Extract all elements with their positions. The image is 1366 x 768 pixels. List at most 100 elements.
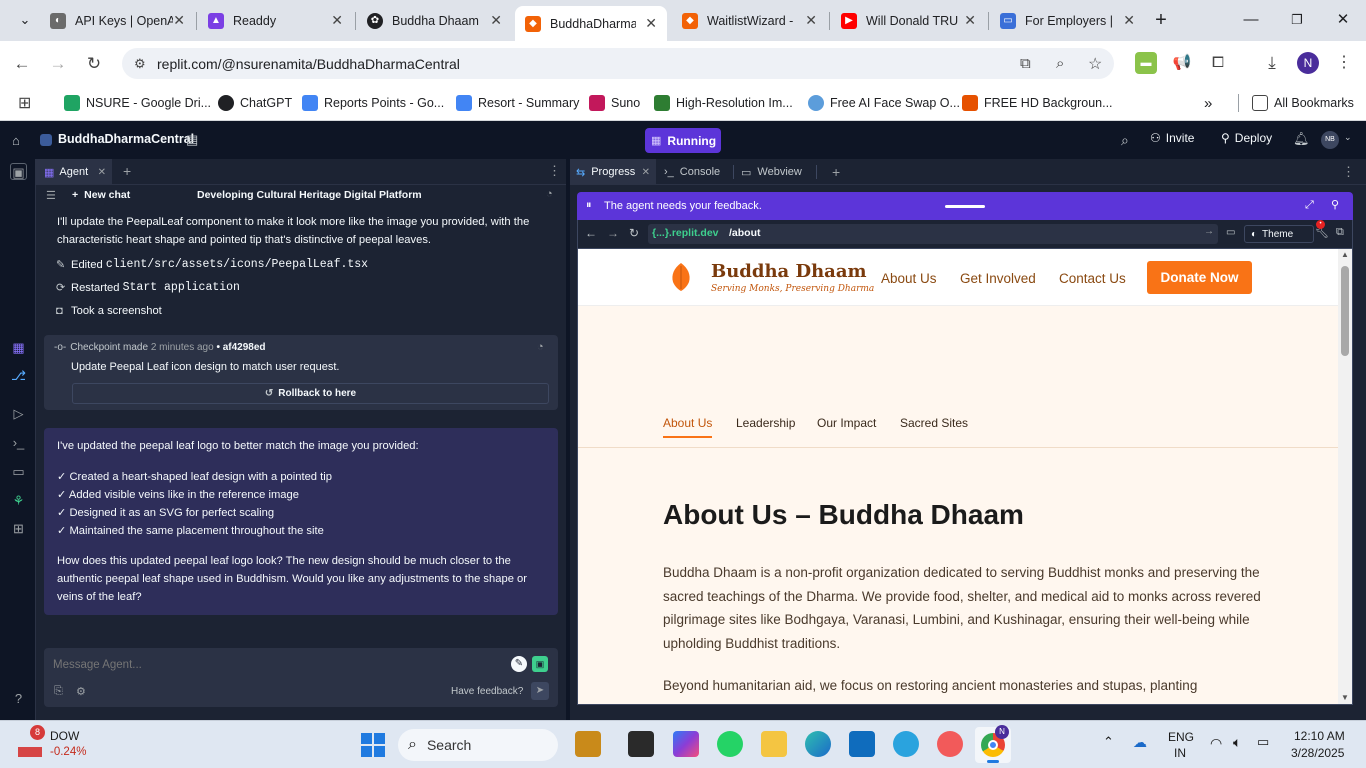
browser-tab-openai[interactable]: ◐ API Keys | OpenAI ✕ <box>40 6 195 35</box>
megaphone-extension-icon[interactable]: 📢 <box>1171 52 1193 74</box>
more-options-icon[interactable]: ⋮ <box>548 163 561 179</box>
browser-tab-replit-active[interactable]: ◆ BuddhaDharmaCentral ✕ <box>515 6 667 41</box>
edit-icon[interactable]: ✎ <box>511 656 527 672</box>
site-info-icon[interactable]: ⚙ <box>134 56 146 72</box>
open-new-tab-icon[interactable]: ⧉ <box>1336 226 1344 239</box>
install-app-icon[interactable]: ⧉ <box>1020 55 1031 72</box>
action-restarted-workflow[interactable]: ⟳ Restarted Start application <box>56 279 240 297</box>
zoom-icon[interactable]: ⌕ <box>1056 55 1064 72</box>
bookmark-suno[interactable]: Suno <box>589 92 640 114</box>
site-scrollbar[interactable]: ▲ ▼ <box>1338 249 1352 704</box>
agent-icon[interactable]: ▦ <box>10 339 27 356</box>
bookmark-star-icon[interactable]: ☆ <box>1088 54 1102 74</box>
deployments-icon[interactable]: ⚘ <box>10 492 27 509</box>
progress-gauge-icon[interactable]: ◔ <box>546 188 553 200</box>
pin-icon[interactable]: ⚲ <box>1331 198 1339 211</box>
file-explorer-icon[interactable] <box>761 731 787 757</box>
chevron-down-icon[interactable]: ⌄ <box>1344 132 1352 143</box>
bookmark-face-swap[interactable]: Free AI Face Swap O... <box>808 92 960 114</box>
project-name[interactable]: BuddhaDharmaCentral <box>58 132 194 146</box>
add-tab-icon[interactable]: + <box>123 163 131 179</box>
chat-history-icon[interactable]: ☰ <box>46 189 56 202</box>
extension-icon[interactable]: ▬ <box>1135 52 1157 74</box>
action-screenshot[interactable]: ◘ Took a screenshot <box>56 302 162 320</box>
volume-icon[interactable]: 🔈︎ <box>1233 734 1241 751</box>
attach-icon[interactable]: ⎘ <box>54 685 63 698</box>
back-icon[interactable]: ← <box>9 51 35 77</box>
language-primary[interactable]: ENG <box>1168 730 1194 744</box>
wifi-icon[interactable]: ◠ <box>1210 735 1222 752</box>
file-explorer-work-icon[interactable] <box>575 731 601 757</box>
address-bar[interactable]: ⚙ replit.com/@nsurenamita/BuddhaDharmaCe… <box>122 48 1114 79</box>
scroll-down-icon[interactable]: ▼ <box>1341 693 1349 702</box>
new-tab-button[interactable]: + <box>1146 8 1176 32</box>
back-icon[interactable]: ← <box>585 226 597 240</box>
subnav-our-impact[interactable]: Our Impact <box>817 416 876 430</box>
profile-avatar[interactable]: N <box>1297 52 1319 74</box>
restore-button[interactable]: ❐ <box>1282 8 1312 32</box>
message-input[interactable] <box>53 656 483 674</box>
downloads-icon[interactable]: ⤓ <box>1261 52 1283 74</box>
webview-icon[interactable]: ▭ <box>10 463 27 480</box>
forward-icon[interactable]: → <box>45 51 71 77</box>
battery-icon[interactable]: ▭ <box>1257 734 1269 750</box>
settings-icon[interactable]: ⚙ <box>76 685 86 698</box>
scroll-up-icon[interactable]: ▲ <box>1341 250 1349 259</box>
chevron-down-icon[interactable]: ⌄ <box>398 188 406 199</box>
clock-time[interactable]: 12:10 AM <box>1294 729 1345 743</box>
subnav-sacred-sites[interactable]: Sacred Sites <box>900 416 968 430</box>
extensions-puzzle-icon[interactable]: ⧠ <box>1207 52 1229 74</box>
close-icon[interactable]: ✕ <box>98 167 106 178</box>
subnav-leadership[interactable]: Leadership <box>736 416 795 430</box>
site-nav-about-us[interactable]: About Us <box>881 271 937 286</box>
windows-start-button[interactable] <box>361 733 385 757</box>
webview-url-field[interactable]: {...}.replit.dev /about → <box>648 224 1218 244</box>
bookmark-high-res[interactable]: High-Resolution Im... <box>654 92 793 114</box>
peepal-leaf-logo-icon[interactable] <box>670 262 692 292</box>
minimize-button[interactable]: — <box>1236 8 1266 32</box>
browser-tab-buddha-dhaam[interactable]: ✿ Buddha Dhaam ✕ <box>357 6 512 35</box>
browser-tab-youtube[interactable]: ▶ Will Donald TRU ✕ <box>831 6 986 35</box>
browser-menu-icon[interactable]: ⋮ <box>1333 52 1355 74</box>
new-chat-button[interactable]: + New chat <box>72 189 130 201</box>
whatsapp-icon[interactable] <box>717 731 743 757</box>
asana-icon[interactable] <box>937 731 963 757</box>
devices-icon[interactable]: ▭ <box>1226 227 1235 238</box>
bookmark-reports[interactable]: Reports Points - Go... <box>302 92 444 114</box>
all-bookmarks[interactable]: All Bookmarks <box>1252 92 1354 114</box>
close-window-button[interactable]: ✕ <box>1328 8 1358 32</box>
close-icon[interactable]: ✕ <box>964 12 976 29</box>
close-icon[interactable]: ✕ <box>645 15 657 32</box>
close-icon[interactable]: ✕ <box>805 12 817 29</box>
site-nav-contact-us[interactable]: Contact Us <box>1059 271 1126 286</box>
task-view-icon[interactable] <box>628 731 654 757</box>
feedback-banner[interactable]: ⏸ The agent needs your feedback. ⤢ ⚲ <box>577 192 1353 220</box>
tab-search-icon[interactable]: ⌄ <box>10 8 40 32</box>
close-icon[interactable]: ✕ <box>642 167 650 178</box>
drag-handle[interactable] <box>945 205 985 208</box>
robot-icon[interactable]: ▣ <box>532 656 548 672</box>
reload-icon[interactable]: ↻ <box>629 226 639 240</box>
invite-button[interactable]: ⚇ Invite <box>1150 131 1194 145</box>
site-nav-get-involved[interactable]: Get Involved <box>960 271 1036 286</box>
help-icon[interactable]: ? <box>10 690 27 707</box>
bookmark-resort[interactable]: Resort - Summary <box>456 92 579 114</box>
bookmark-chatgpt[interactable]: ChatGPT <box>218 92 292 114</box>
close-icon[interactable]: ✕ <box>490 12 502 29</box>
microsoft-365-icon[interactable] <box>673 731 699 757</box>
reload-icon[interactable]: ↻ <box>81 51 107 77</box>
thread-title[interactable]: Developing Cultural Heritage Digital Pla… <box>197 189 422 201</box>
files-icon[interactable]: ▣ <box>10 163 27 180</box>
add-tab-icon[interactable]: + <box>832 159 840 185</box>
search-icon[interactable]: ⌕ <box>1121 132 1129 149</box>
more-bookmarks-icon[interactable]: » <box>1204 92 1212 114</box>
theme-button[interactable]: ◐ Theme <box>1244 225 1314 243</box>
all-tools-icon[interactable]: ⊞ <box>10 520 27 537</box>
language-secondary[interactable]: IN <box>1174 746 1186 760</box>
notifications-bell-icon[interactable]: 🔔︎ <box>1293 131 1310 147</box>
expand-icon[interactable]: ⤢ <box>1305 199 1314 212</box>
bookmark-hd-background[interactable]: FREE HD Backgroun... <box>962 92 1113 114</box>
telegram-icon[interactable] <box>893 731 919 757</box>
user-avatar[interactable]: NB <box>1321 131 1339 149</box>
browser-tab-waitlist[interactable]: ◆ WaitlistWizard - ✕ <box>672 6 827 35</box>
